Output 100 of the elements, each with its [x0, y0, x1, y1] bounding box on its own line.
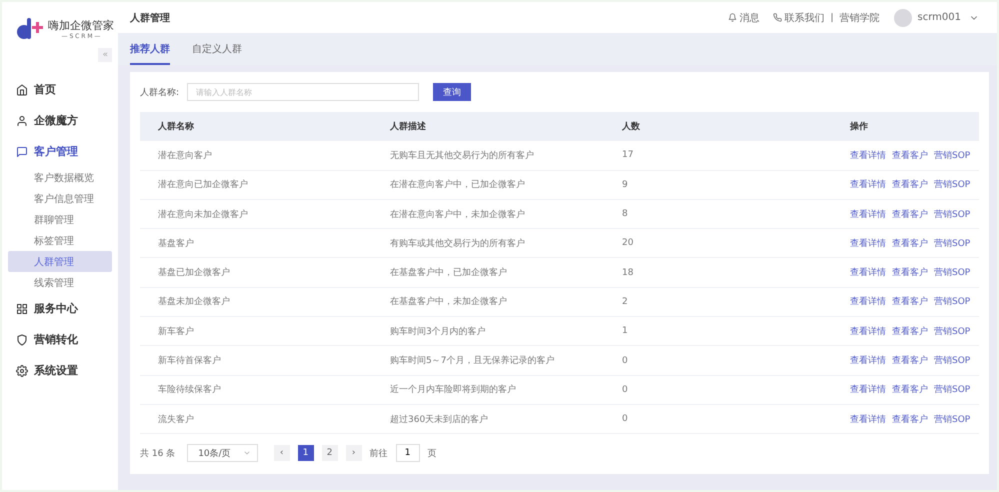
next-page-button[interactable]: › — [346, 445, 362, 462]
table-cell-text: 新车待首保客户 — [158, 354, 222, 368]
shield-icon — [16, 334, 28, 346]
sidebar-item[interactable]: 首页 — [2, 74, 118, 105]
column-header: 人群名称 — [158, 120, 195, 133]
table-cell-text: 购车时间5～7个月，且无保养记录的客户 — [390, 354, 556, 368]
tab[interactable]: 推荐人群 — [130, 42, 170, 65]
bell-icon — [728, 13, 738, 22]
logo-icon — [16, 16, 44, 42]
action-link[interactable]: 营销SOP — [934, 236, 970, 250]
action-link[interactable]: 营销SOP — [934, 148, 970, 162]
action-link[interactable]: 查看客户 — [892, 354, 928, 368]
academy-link[interactable]: 营销学院 — [840, 10, 880, 24]
submenu-item[interactable]: 人群管理 — [8, 251, 112, 272]
action-link[interactable]: 查看详情 — [850, 266, 886, 280]
action-link[interactable]: 营销SOP — [934, 383, 970, 396]
table-cell-text: 基盘未加企微客户 — [158, 296, 231, 308]
home-icon — [16, 84, 28, 96]
submenu-item[interactable]: 客户数据概览 — [8, 167, 112, 188]
page-size-select[interactable]: 10条/页 — [187, 444, 258, 462]
messages-link[interactable]: 消息 — [728, 10, 760, 24]
total-count: 共 16 条 — [140, 448, 176, 460]
logo-name: 嗨加企微管家 — [48, 18, 114, 33]
action-link[interactable]: 查看详情 — [850, 383, 886, 396]
settings-icon — [16, 364, 28, 376]
grid-icon — [16, 302, 28, 314]
table-cell-text: 近一个月内车险即将到期的客户 — [390, 384, 517, 396]
action-link[interactable]: 营销SOP — [934, 178, 970, 192]
prev-page-button[interactable]: ‹ — [274, 445, 290, 462]
sidebar-item[interactable]: 营销转化 — [2, 324, 118, 355]
phone-icon — [773, 13, 782, 22]
tab[interactable]: 自定义人群 — [192, 42, 242, 65]
action-link[interactable]: 营销SOP — [934, 295, 970, 308]
table-cell-text: 基盘已加企微客户 — [158, 266, 231, 280]
table-cell-text: 9 — [622, 180, 629, 190]
avatar-icon[interactable] — [894, 8, 912, 26]
action-link[interactable]: 查看详情 — [850, 208, 886, 221]
action-link[interactable]: 营销SOP — [934, 412, 970, 426]
action-link[interactable]: 查看客户 — [892, 295, 928, 308]
table-cell-text: 0 — [622, 356, 629, 366]
table-cell-text: 0 — [622, 384, 629, 395]
chat-icon — [16, 146, 28, 158]
page-button[interactable]: 1 — [298, 445, 314, 462]
sidebar-item[interactable]: 系统设置 — [2, 355, 118, 386]
user-menu[interactable]: scrm001 — [918, 12, 979, 23]
sidebar-item[interactable]: 企微魔方 — [2, 105, 118, 136]
action-link[interactable]: 查看客户 — [892, 324, 928, 338]
search-field[interactable]: 请输入人群名称 — [187, 83, 420, 101]
action-link[interactable]: 查看客户 — [892, 266, 928, 280]
table-cell-text: 基盘客户 — [158, 238, 195, 250]
action-link[interactable]: 查看详情 — [850, 354, 886, 368]
goto-page-field[interactable]: 1 — [396, 444, 420, 462]
contact-link[interactable]: 联系我们 — [773, 10, 824, 24]
table-cell-text: 17 — [622, 150, 634, 160]
table-cell-text: 在基盘客户中，未加企微客户 — [390, 296, 508, 308]
action-link[interactable]: 查看客户 — [892, 208, 928, 221]
table-cell-text: 在基盘客户中，已加企微客户 — [390, 266, 508, 280]
goto-label: 前往 — [370, 448, 388, 460]
action-link[interactable]: 营销SOP — [934, 266, 970, 280]
action-link[interactable]: 查看客户 — [892, 383, 928, 396]
search-label: 人群名称: — [140, 86, 180, 98]
action-link[interactable]: 查看客户 — [892, 236, 928, 250]
action-link[interactable]: 查看客户 — [892, 178, 928, 192]
sidebar-item[interactable]: 服务中心 — [2, 293, 118, 324]
submenu-item[interactable]: 群聊管理 — [8, 209, 112, 230]
action-link[interactable]: 查看详情 — [850, 295, 886, 308]
action-link[interactable]: 查看详情 — [850, 412, 886, 426]
page-suffix: 页 — [428, 448, 437, 460]
column-header: 人数 — [622, 120, 641, 133]
action-link[interactable]: 查看详情 — [850, 236, 886, 250]
table-cell-text: 有购车或其他交易行为的所有客户 — [390, 238, 526, 250]
table-cell-text: 无购车且无其他交易行为的所有客户 — [390, 150, 535, 162]
submenu-item[interactable]: 客户信息管理 — [8, 188, 112, 209]
table-cell-text: 1 — [622, 326, 629, 336]
table-cell-text: 20 — [622, 238, 634, 248]
search-button[interactable]: 查询 — [433, 83, 472, 101]
person-icon — [16, 114, 28, 126]
submenu-item[interactable]: 标签管理 — [8, 230, 112, 251]
action-link[interactable]: 查看客户 — [892, 148, 928, 162]
action-link[interactable]: 营销SOP — [934, 208, 970, 221]
sidebar-item[interactable]: 客户管理 — [2, 136, 118, 167]
action-link[interactable]: 营销SOP — [934, 324, 970, 338]
column-header: 操作 — [850, 120, 869, 133]
page-title: 人群管理 — [130, 12, 170, 24]
action-link[interactable]: 查看详情 — [850, 324, 886, 338]
page-button[interactable]: 2 — [322, 445, 338, 462]
table-cell-text: 车险待续保客户 — [158, 384, 222, 396]
column-header: 人群描述 — [390, 120, 427, 133]
table-cell-text: 潜在意向未加企微客户 — [158, 208, 249, 221]
table-cell-text: 8 — [622, 209, 629, 220]
table-cell-text: 新车客户 — [158, 326, 195, 338]
table-cell-text: 潜在意向客户 — [158, 150, 213, 162]
action-link[interactable]: 查看详情 — [850, 178, 886, 192]
table-cell-text: 购车时间3个月内的客户 — [390, 326, 487, 338]
table-cell-text: 2 — [622, 296, 629, 307]
action-link[interactable]: 营销SOP — [934, 354, 970, 368]
action-link[interactable]: 查看详情 — [850, 148, 886, 162]
action-link[interactable]: 查看客户 — [892, 412, 928, 426]
table-cell-text: 18 — [622, 268, 634, 278]
submenu-item[interactable]: 线索管理 — [8, 272, 112, 293]
